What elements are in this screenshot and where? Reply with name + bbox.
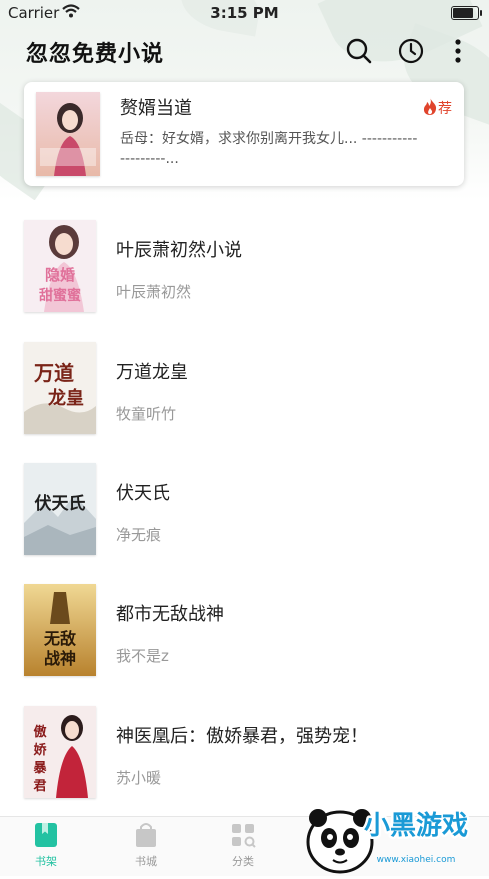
tab-bookshelf[interactable]: 书架 [16,821,76,869]
svg-text:战神: 战神 [44,649,76,668]
featured-book-description: 岳母：好女婿，求求你别离开我女儿... --------------------… [120,131,418,167]
bookshelf-icon [33,821,59,849]
book-title: 伏天氏 [116,483,170,504]
history-clock-icon[interactable] [396,36,426,66]
svg-text:暴: 暴 [32,761,47,776]
more-vertical-icon[interactable] [448,36,468,66]
recommend-badge: 荐 [422,96,452,120]
svg-text:傲: 傲 [33,724,47,740]
tab-category[interactable]: 分类 [213,821,273,869]
tab-label: 书架 [35,855,57,868]
status-time: 3:15 PM [210,4,279,22]
svg-text:龙皇: 龙皇 [48,387,84,409]
book-list-item[interactable]: 无敌 战神 都市无敌战神 我不是z [0,584,489,684]
book-title: 万道龙皇 [116,362,188,383]
tab-label: 书城 [135,855,157,868]
book-title: 神医凰后：傲娇暴君，强势宠！ [116,726,368,747]
book-title: 叶辰萧初然小说 [116,240,242,261]
flame-icon [422,96,438,120]
xiaohei-watermark-logo: 小黑游戏 www.xiaohei.com [300,800,489,875]
svg-text:娇: 娇 [33,742,47,758]
svg-text:隐婚: 隐婚 [45,266,75,284]
book-list-item[interactable]: 傲 娇 暴 君 神医凰后：傲娇暴君，强势宠！ 苏小暖 [0,706,489,806]
svg-text:甜蜜蜜: 甜蜜蜜 [39,287,81,304]
book-cover: 万道 龙皇 [24,342,96,434]
svg-text:伏天氏: 伏天氏 [35,493,86,514]
bookstore-bag-icon [133,821,159,849]
svg-text:君: 君 [33,779,46,794]
book-list-item[interactable]: 隐婚 甜蜜蜜 叶辰萧初然小说 叶辰萧初然 [0,220,489,320]
battery-icon [451,6,482,20]
book-author: 牧童听竹 [116,405,177,423]
book-cover: 无敌 战神 [24,584,96,676]
category-grid-icon [230,821,256,849]
book-author: 叶辰萧初然 [116,283,192,301]
svg-text:万道: 万道 [33,361,74,385]
featured-book-title: 赘婿当道 [120,98,192,119]
status-bar: Carrier 3:15 PM [0,0,489,26]
book-author: 我不是z [116,647,169,665]
book-author: 苏小暖 [116,769,162,787]
svg-text:无敌: 无敌 [43,629,76,648]
svg-text:www.xiaohei.com: www.xiaohei.com [377,855,456,865]
book-title: 都市无敌战神 [116,604,224,625]
tab-bookstore[interactable]: 书城 [116,821,176,869]
book-list-item[interactable]: 伏天氏 伏天氏 净无痕 [0,463,489,563]
book-cover: 隐婚 甜蜜蜜 [24,220,96,312]
book-cover: 傲 娇 暴 君 [24,706,96,798]
svg-text:小黑游戏: 小黑游戏 [364,811,468,841]
featured-book-card[interactable]: 赘婿当道 岳母：好女婿，求求你别离开我女儿... ---------------… [24,82,464,186]
book-author: 净无痕 [116,526,162,544]
search-icon[interactable] [344,36,374,66]
book-cover [36,92,100,176]
app-title: 忽忽免费小说 [26,42,165,67]
recommend-badge-label: 荐 [438,101,452,117]
tab-label: 分类 [232,855,254,868]
book-list-item[interactable]: 万道 龙皇 万道龙皇 牧童听竹 [0,342,489,442]
book-cover: 伏天氏 [24,463,96,555]
